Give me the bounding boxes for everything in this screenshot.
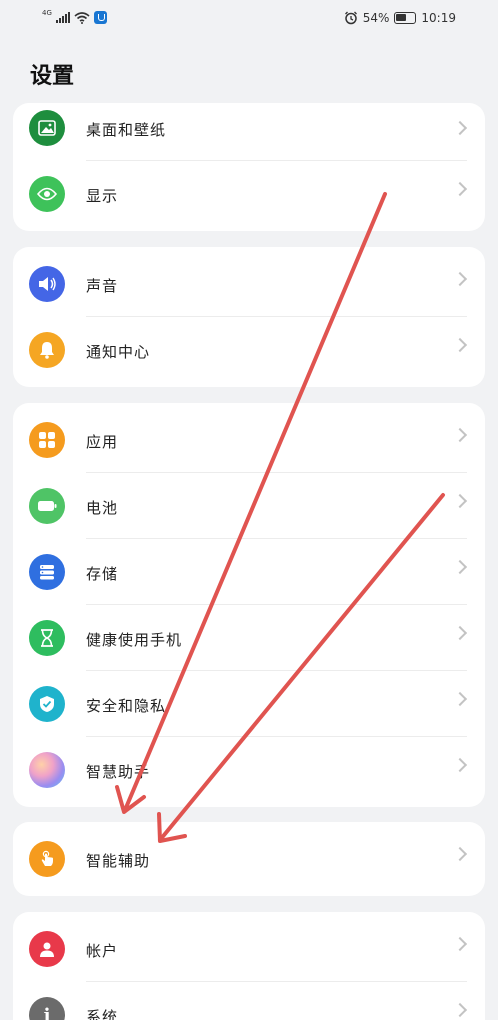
settings-group-apps: 应用 电池 存储 健康使用手机 安全和隐私 智慧助手 bbox=[13, 403, 485, 807]
settings-row-label: 通知中心 bbox=[86, 343, 151, 361]
settings-row-label: 存储 bbox=[86, 565, 119, 583]
security-shield-icon bbox=[93, 11, 107, 24]
hourglass-icon bbox=[29, 620, 65, 656]
settings-row-apps[interactable]: 应用 bbox=[13, 407, 485, 473]
chevron-right-icon bbox=[452, 936, 468, 952]
speaker-icon bbox=[29, 266, 65, 302]
settings-row-label: 系统 bbox=[86, 1008, 119, 1020]
settings-row-label: 桌面和壁纸 bbox=[86, 121, 167, 139]
settings-group-display: 桌面和壁纸 显示 bbox=[13, 103, 485, 231]
shield-check-icon bbox=[29, 686, 65, 722]
chevron-right-icon bbox=[452, 757, 468, 773]
wifi-icon bbox=[74, 11, 90, 24]
settings-row-label: 安全和隐私 bbox=[86, 697, 167, 715]
status-bar: 4G 54% 10:19 bbox=[0, 0, 498, 40]
status-left: 4G bbox=[42, 8, 107, 24]
chevron-right-icon bbox=[452, 271, 468, 287]
settings-row-system[interactable]: i 系统 bbox=[13, 982, 485, 1020]
settings-row-label: 显示 bbox=[86, 187, 119, 205]
chevron-right-icon bbox=[452, 559, 468, 575]
alarm-icon bbox=[344, 11, 357, 25]
settings-row-label: 帐户 bbox=[86, 942, 119, 960]
battery-icon bbox=[394, 12, 417, 24]
status-right: 54% 10:19 bbox=[344, 11, 456, 25]
settings-row-label: 应用 bbox=[86, 433, 119, 451]
settings-row-label: 智能辅助 bbox=[86, 852, 151, 870]
network-type: 4G bbox=[42, 8, 52, 17]
chevron-right-icon bbox=[452, 181, 468, 197]
chevron-right-icon bbox=[452, 625, 468, 641]
settings-row-label: 电池 bbox=[86, 499, 119, 517]
chevron-right-icon bbox=[452, 337, 468, 353]
settings-row-assistant[interactable]: 智慧助手 bbox=[13, 737, 485, 803]
bell-icon bbox=[29, 332, 65, 368]
settings-row-label: 智慧助手 bbox=[86, 763, 151, 781]
chevron-right-icon bbox=[452, 1002, 468, 1018]
eye-icon bbox=[29, 176, 65, 212]
touch-hand-icon bbox=[29, 841, 65, 877]
settings-row-security[interactable]: 安全和隐私 bbox=[13, 671, 485, 737]
assistant-orb-icon bbox=[29, 752, 65, 788]
account-icon bbox=[29, 931, 65, 967]
settings-row-accessibility[interactable]: 智能辅助 bbox=[13, 826, 485, 892]
chevron-right-icon bbox=[452, 846, 468, 862]
settings-row-account[interactable]: 帐户 bbox=[13, 916, 485, 982]
settings-row-sound[interactable]: 声音 bbox=[13, 251, 485, 317]
storage-icon bbox=[29, 554, 65, 590]
settings-row-battery[interactable]: 电池 bbox=[13, 473, 485, 539]
chevron-right-icon bbox=[452, 120, 468, 136]
wallpaper-icon bbox=[29, 110, 65, 146]
settings-row-label: 健康使用手机 bbox=[86, 631, 183, 649]
battery-icon bbox=[29, 488, 65, 524]
settings-group-sound: 声音 通知中心 bbox=[13, 247, 485, 387]
chevron-right-icon bbox=[452, 427, 468, 443]
apps-grid-icon bbox=[29, 422, 65, 458]
settings-row-display[interactable]: 显示 bbox=[13, 161, 485, 227]
settings-row-wallpaper[interactable]: 桌面和壁纸 bbox=[13, 103, 485, 161]
signal-icon bbox=[55, 12, 70, 23]
chevron-right-icon bbox=[452, 493, 468, 509]
settings-row-storage[interactable]: 存储 bbox=[13, 539, 485, 605]
settings-row-notifications[interactable]: 通知中心 bbox=[13, 317, 485, 383]
battery-percent: 54% bbox=[362, 11, 390, 25]
settings-row-label: 声音 bbox=[86, 277, 119, 295]
settings-row-digital-balance[interactable]: 健康使用手机 bbox=[13, 605, 485, 671]
chevron-right-icon bbox=[452, 691, 468, 707]
settings-group-system: 帐户 i 系统 bbox=[13, 912, 485, 1020]
info-icon: i bbox=[29, 997, 65, 1020]
clock: 10:19 bbox=[421, 11, 456, 25]
page-title: 设置 bbox=[30, 64, 75, 89]
settings-group-accessibility: 智能辅助 bbox=[13, 822, 485, 896]
